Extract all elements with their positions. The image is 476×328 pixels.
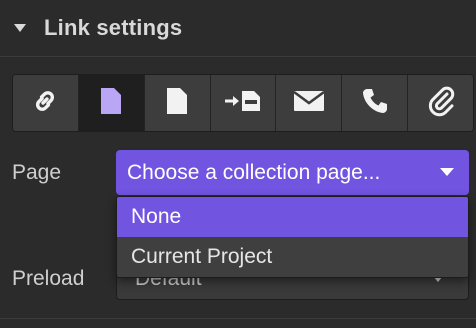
divider [0,56,476,57]
email-icon [293,89,325,118]
phone-icon [360,86,390,121]
link-settings-panel: Link settings Page Choose a collection p… [0,0,476,328]
section-title: Link settings [44,15,183,40]
dropdown-option[interactable]: None [117,197,468,237]
caret-down-icon[interactable] [12,20,28,36]
attachment-icon [426,85,456,122]
chevron-down-icon [439,164,455,182]
page-dropdown-menu: None Current Project [116,196,469,278]
link-settings-header[interactable]: Link settings [0,0,476,56]
link-type-page-button[interactable] [78,75,145,131]
page-select-value: Choose a collection page... [127,160,381,184]
preload-label: Preload [12,267,85,290]
link-icon [30,86,60,121]
link-type-phone-button[interactable] [342,75,409,131]
link-type-page-section-button[interactable] [210,75,277,131]
link-type-attachment-button[interactable] [408,75,473,131]
page-label: Page [12,161,62,184]
link-type-selector [12,74,474,132]
page-icon [97,86,125,121]
page-select[interactable]: Choose a collection page... [116,150,469,195]
dropdown-option[interactable]: Current Project [117,237,468,277]
link-type-url-button[interactable] [13,75,79,131]
link-type-collection-page-button[interactable] [144,75,211,131]
divider [0,318,476,319]
collection-page-icon [163,86,191,121]
page-section-icon [223,86,263,121]
link-type-email-button[interactable] [276,75,343,131]
